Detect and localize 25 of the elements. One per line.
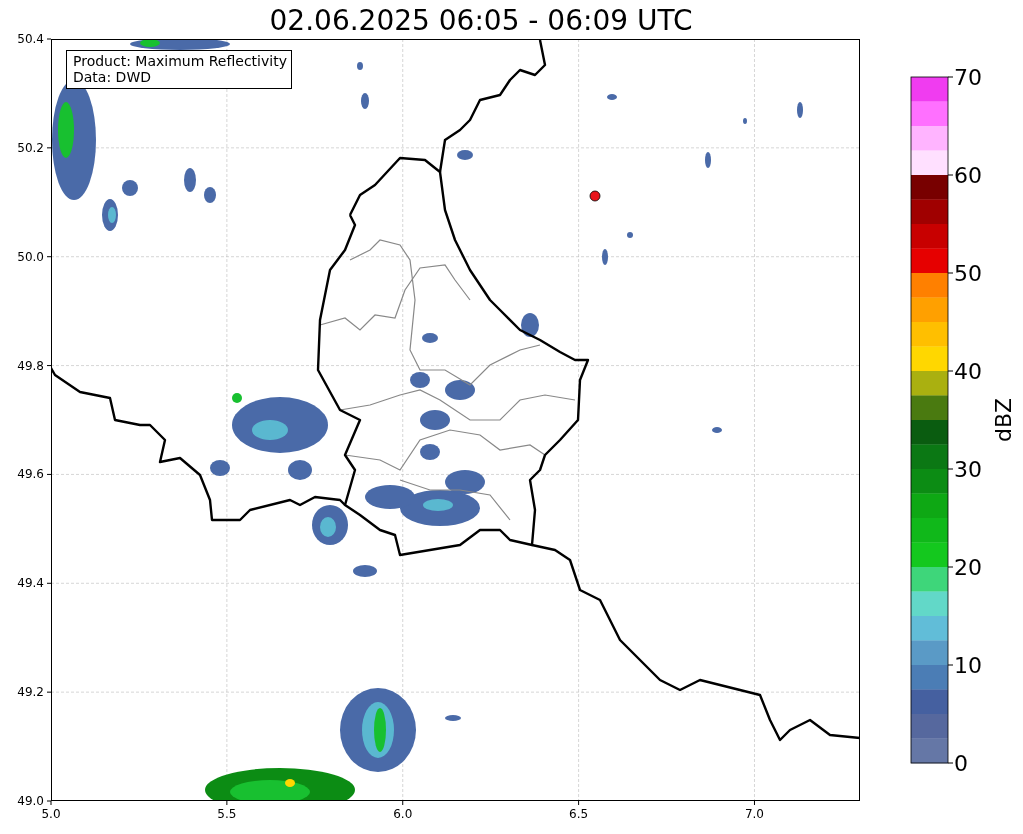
colorbar-title: dBZ [991, 397, 1016, 443]
x-axis-label: 5.5 [217, 807, 237, 821]
legend-text: Product: Maximum Reflectivity [73, 53, 287, 69]
colorbar-label: 70 [954, 65, 982, 90]
chart-title: 02.06.2025 06:05 - 06:09 UTC [269, 3, 693, 39]
y-axis-label: 49.2 [17, 685, 44, 700]
y-axis-label: 49.6 [17, 467, 44, 482]
x-axis-label: 6.0 [393, 807, 413, 821]
y-axis-label: 49.8 [17, 358, 44, 373]
colorbar-label: 10 [954, 653, 982, 678]
colorbar-label: 60 [954, 163, 982, 188]
y-axis-label: 50.2 [17, 140, 44, 155]
legend-text: Data: DWD [73, 69, 152, 85]
y-axis-label: 50.0 [17, 249, 44, 264]
colorbar-label: 40 [954, 359, 982, 384]
x-axis-label: 5.0 [41, 807, 61, 821]
x-axis-label: 7.0 [744, 807, 765, 821]
colorbar-label: 0 [954, 751, 968, 776]
y-axis-label: 49.4 [17, 576, 44, 591]
colorbar-label: 50 [954, 261, 982, 286]
colorbar-label: 30 [954, 457, 982, 482]
x-axis-label: 6.5 [569, 807, 589, 821]
y-axis-label: 49.0 [17, 794, 44, 808]
y-axis-label: 50.4 [17, 32, 44, 46]
colorbar-label: 20 [954, 555, 982, 580]
